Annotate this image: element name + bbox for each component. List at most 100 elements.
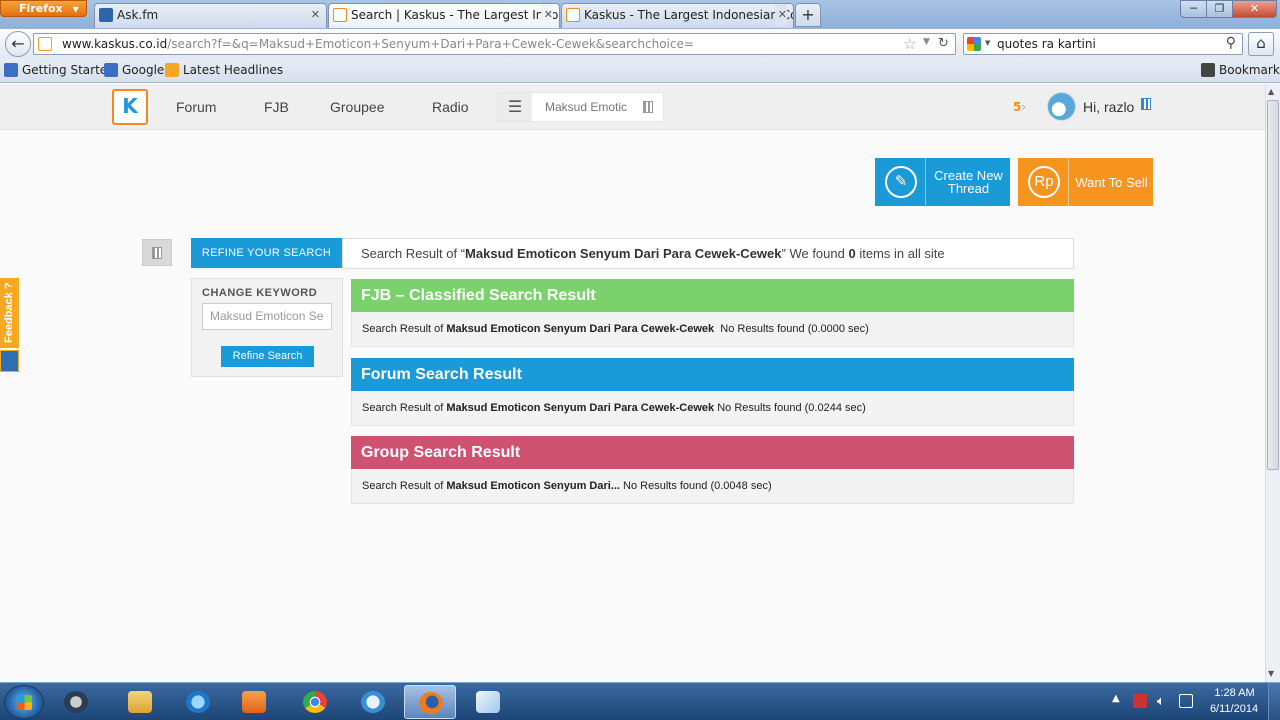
- taskbar-app-explorer[interactable]: [114, 685, 166, 719]
- page-scrollbar[interactable]: ▲ ▼: [1265, 84, 1280, 682]
- home-icon: ⌂: [1256, 34, 1266, 52]
- search-magnifier-icon[interactable]: ⚲: [1226, 35, 1236, 51]
- header-search-input[interactable]: Maksud Emotic: [545, 100, 627, 114]
- volume-icon[interactable]: 🔈︎: [1157, 694, 1171, 709]
- minimize-window-button[interactable]: ─: [1180, 0, 1207, 18]
- media-player-icon: [242, 691, 266, 713]
- network-icon[interactable]: [1179, 694, 1193, 708]
- bookmarks-menu[interactable]: Bookmarks: [1201, 63, 1280, 77]
- notification-count[interactable]: 5›: [1013, 100, 1026, 114]
- keyword-input[interactable]: Maksud Emoticon Se: [202, 303, 332, 330]
- taskbar-app-generic[interactable]: [347, 685, 399, 719]
- taskbar-app-firefox[interactable]: [404, 685, 456, 719]
- rupiah-icon: Rp: [1018, 158, 1069, 206]
- kaskus-logo[interactable]: K: [112, 89, 148, 125]
- scrollbar-thumb[interactable]: [1267, 100, 1279, 470]
- qr-code-icon: [152, 247, 162, 259]
- search-input[interactable]: quotes ra kartini: [997, 37, 1096, 51]
- home-button[interactable]: ⌂: [1248, 32, 1274, 56]
- kaskus-favicon-icon: [333, 8, 347, 22]
- forum-search-result: Forum Search Result Search Result of Mak…: [351, 358, 1074, 426]
- search-result-summary: Search Result of “Maksud Emoticon Senyum…: [342, 238, 1074, 269]
- paint-icon: [476, 691, 500, 713]
- close-window-button[interactable]: ✕: [1232, 0, 1277, 18]
- nav-groupee[interactable]: Groupee: [330, 99, 384, 115]
- taskbar-app-paint[interactable]: [462, 685, 514, 719]
- internet-explorer-icon: [186, 691, 210, 713]
- taskbar-app-media[interactable]: [228, 685, 280, 719]
- close-icon[interactable]: ✕: [774, 4, 787, 26]
- feedback-tab[interactable]: Feedback ?: [0, 278, 19, 348]
- url-history-dropdown-icon[interactable]: ▼: [923, 37, 930, 47]
- bookmark-google[interactable]: Google: [104, 63, 164, 77]
- site-header: K Forum FJB Groupee Radio ☰ Maksud Emoti…: [0, 84, 1265, 130]
- result-title: Group Search Result: [351, 436, 1074, 469]
- browser-navbar: ← www.kaskus.co.id/search?f=&q=Maksud+Em…: [0, 28, 1280, 58]
- feedback-icon[interactable]: [0, 350, 19, 372]
- clock-time[interactable]: 1:28 AM: [1212, 687, 1257, 699]
- refine-search-button[interactable]: Refine Search: [221, 346, 314, 367]
- tab-kaskus-search[interactable]: Search | Kaskus - The Largest Indones...…: [328, 3, 560, 28]
- close-icon[interactable]: ✕: [540, 4, 553, 26]
- scroll-up-arrow-icon[interactable]: ▲: [1268, 87, 1274, 96]
- chevron-right-icon: ›: [1021, 100, 1027, 114]
- nav-radio[interactable]: Radio: [432, 99, 469, 115]
- url-text[interactable]: www.kaskus.co.id/search?f=&q=Maksud+Emot…: [62, 37, 694, 51]
- fjb-search-result: FJB – Classified Search Result Search Re…: [351, 279, 1074, 347]
- hamburger-menu-icon[interactable]: ☰: [498, 93, 532, 121]
- security-alert-icon[interactable]: [1133, 694, 1147, 708]
- firefox-icon: [419, 692, 443, 714]
- windows-logo-icon: [17, 695, 32, 710]
- group-search-result: Group Search Result Search Result of Mak…: [351, 436, 1074, 504]
- result-title: Forum Search Result: [351, 358, 1074, 391]
- create-new-thread-button[interactable]: ✎ Create New Thread: [875, 158, 1010, 206]
- tab-refine-your-search[interactable]: REFINE YOUR SEARCH: [191, 238, 342, 268]
- maximize-window-button[interactable]: ❐: [1206, 0, 1233, 18]
- nav-fjb[interactable]: FJB: [264, 99, 289, 115]
- create-thread-label: Create New Thread: [934, 168, 1003, 196]
- taskbar-app-ie[interactable]: [172, 685, 224, 719]
- show-hidden-icons-icon[interactable]: ▲: [1112, 693, 1120, 704]
- close-icon[interactable]: ✕: [311, 4, 320, 26]
- back-button[interactable]: ←: [5, 31, 31, 57]
- steam-icon: [64, 691, 88, 713]
- app-icon: [361, 691, 385, 713]
- kaskus-favicon-icon: [566, 8, 580, 22]
- bookmark-getting-started[interactable]: Getting Started: [4, 63, 115, 77]
- search-bar[interactable]: ▼ quotes ra kartini ⚲: [963, 33, 1243, 55]
- search-engine-dropdown-icon[interactable]: ▼: [985, 39, 990, 47]
- firefox-menu-button[interactable]: Firefox ▼: [0, 0, 87, 17]
- taskbar-app-chrome[interactable]: [289, 685, 341, 719]
- result-body: Search Result of Maksud Emoticon Senyum …: [351, 312, 1074, 347]
- nav-forum[interactable]: Forum: [176, 99, 216, 115]
- google-search-engine-icon[interactable]: [967, 37, 981, 51]
- header-search-box[interactable]: ☰ Maksud Emotic: [497, 92, 664, 122]
- qr-code-icon[interactable]: [1141, 98, 1151, 110]
- avatar[interactable]: [1047, 92, 1076, 121]
- start-button[interactable]: [4, 685, 44, 719]
- address-bar[interactable]: www.kaskus.co.id/search?f=&q=Maksud+Emot…: [33, 33, 956, 55]
- taskbar-app-steam[interactable]: [50, 685, 102, 719]
- chevron-down-icon: ▼: [72, 5, 79, 14]
- scroll-down-arrow-icon[interactable]: ▼: [1268, 669, 1274, 678]
- bookmark-latest-headlines[interactable]: Latest Headlines: [165, 63, 283, 77]
- clock-date[interactable]: 6/11/2014: [1204, 703, 1264, 715]
- new-tab-button[interactable]: +: [795, 3, 821, 27]
- bookmark-star-icon[interactable]: ☆: [903, 35, 916, 53]
- bookmarks-toolbar: Getting Started Google Latest Headlines …: [0, 58, 1280, 83]
- tab-ask-fm[interactable]: Ask.fm ✕: [94, 3, 327, 28]
- tab-kaskus-home[interactable]: Kaskus - The Largest Indonesian Com... ✕: [561, 3, 794, 28]
- page-viewport: K Forum FJB Groupee Radio ☰ Maksud Emoti…: [0, 84, 1265, 682]
- qr-code-icon[interactable]: [643, 101, 653, 113]
- want-to-sell-button[interactable]: Rp Want To Sell: [1018, 158, 1153, 206]
- site-identity-icon[interactable]: [38, 37, 52, 51]
- refine-search-panel: CHANGE KEYWORD Maksud Emoticon Se Refine…: [191, 278, 343, 377]
- result-title: FJB – Classified Search Result: [351, 279, 1074, 312]
- show-desktop-button[interactable]: [1268, 683, 1280, 720]
- reload-icon[interactable]: ↻: [938, 36, 949, 51]
- tab-title: Search | Kaskus - The Largest Indones...: [351, 8, 559, 22]
- arrow-left-icon: ←: [11, 34, 25, 53]
- qr-toggle-button[interactable]: [142, 239, 172, 266]
- browser-titlebar: Firefox ▼ Ask.fm ✕ Search | Kaskus - The …: [0, 0, 1280, 28]
- user-greeting[interactable]: Hi, razlo: [1083, 99, 1134, 115]
